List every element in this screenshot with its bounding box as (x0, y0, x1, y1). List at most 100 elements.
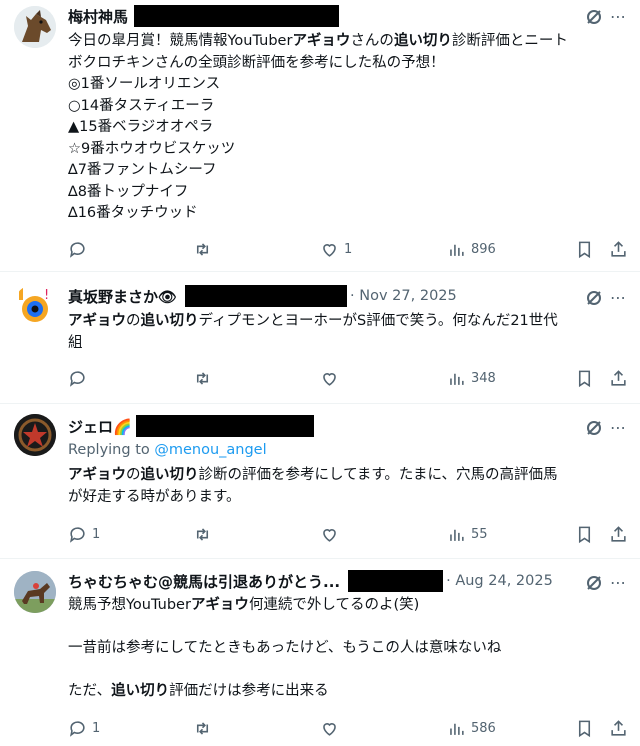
text-segment: 何連続で外してるのよ(笑) (248, 597, 420, 613)
like-button[interactable] (320, 523, 344, 545)
more-options-icon[interactable]: ⋯ (608, 418, 626, 438)
tweet[interactable]: 梅村神馬 ⋯ 今日の皐月賞！競馬情報YouTuberアギョウさんの追い切り診断評… (0, 0, 640, 272)
avatar[interactable] (14, 6, 56, 48)
bookmark-button[interactable] (575, 523, 594, 545)
tweet-actions: 348 (68, 367, 628, 389)
share-button[interactable] (609, 367, 628, 389)
tweet-actions: 1 896 (68, 238, 628, 260)
like-count: 1 (344, 241, 353, 257)
reply-button[interactable] (68, 367, 92, 389)
heart-icon (323, 372, 336, 386)
share-button[interactable] (609, 523, 628, 545)
reply-count: 1 (92, 720, 101, 736)
grok-icon[interactable] (584, 573, 604, 593)
racehorse-photo-icon (14, 571, 56, 613)
tweet-text-line: ∆7番ファントムシーフ (68, 160, 628, 182)
like-button[interactable] (320, 367, 344, 389)
tweet-text-line (68, 617, 628, 639)
avatar[interactable] (14, 571, 56, 613)
display-name[interactable]: 真坂野まさか👁 (68, 286, 177, 307)
grok-icon[interactable] (584, 7, 604, 27)
text-segment: ∆7番ファントムシーフ (68, 162, 217, 178)
tweet-text: アギョウの追い切りディプモンとヨーホーがS評価で笑う。何なんだ21世代組 (68, 311, 628, 354)
star-emblem-icon (14, 414, 56, 456)
avatar[interactable]: ! (14, 284, 56, 326)
retweet-button[interactable] (193, 523, 217, 545)
text-segment: 診断の評価を参考にしてます。たまに、穴馬の高評価馬 (198, 467, 558, 483)
tweet-date[interactable]: · Nov 27, 2025 (350, 288, 457, 304)
view-count: 586 (471, 720, 496, 736)
replying-to-handle[interactable]: @menou_angel (154, 442, 266, 458)
more-options-icon[interactable]: ⋯ (608, 7, 626, 27)
display-name[interactable]: 梅村神馬 (68, 6, 128, 27)
share-icon (611, 369, 626, 386)
display-name[interactable]: ちゃむちゃむ@競馬は引退ありがとう... (68, 571, 340, 592)
reply-button[interactable]: 1 (68, 717, 100, 739)
tweet[interactable]: ちゃむちゃむ@競馬は引退ありがとう... · Aug 24, 2025 ⋯ 競馬… (0, 559, 640, 746)
heart-icon (323, 528, 336, 542)
heart-icon (323, 243, 336, 257)
tweet[interactable]: ジェロ🌈 ⋯ Replying to @menou_angel アギョウの追い切… (0, 404, 640, 559)
more-options-icon[interactable]: ⋯ (608, 573, 626, 593)
redacted-handle (135, 415, 314, 437)
bookmark-button[interactable] (575, 717, 594, 739)
text-segment: 一昔前は参考にしてたときもあったけど、もうこの人は意味ないね (68, 640, 502, 656)
horse-head-icon (14, 6, 56, 48)
tweet-text-line: 競馬予想YouTuberアギョウ何連続で外してるのよ(笑) (68, 595, 628, 617)
views-button[interactable]: 586 (447, 717, 496, 739)
views-button[interactable]: 896 (447, 238, 496, 260)
reply-icon (69, 720, 85, 737)
reply-button[interactable]: 1 (68, 523, 100, 545)
share-icon (611, 525, 626, 542)
tweet-text-line: ☆9番ホウオウビスケッツ (68, 139, 628, 161)
view-count: 348 (471, 370, 496, 386)
tweet-text-line: ボクロチキンさんの全頭診断評価を参考にした私の予想！ (68, 53, 628, 75)
tweet-text-line: アギョウの追い切りディプモンとヨーホーがS評価で笑う。何なんだ21世代 (68, 311, 628, 333)
like-button[interactable] (320, 717, 344, 739)
eye-character-icon: ! (14, 284, 56, 326)
text-segment: 評価だけは参考に出来る (169, 683, 329, 699)
tweet-text-line: ただ、追い切り評価だけは参考に出来る (68, 681, 628, 703)
highlighted-term: 追い切り (111, 683, 170, 699)
tweet-text: 競馬予想YouTuberアギョウ何連続で外してるのよ(笑) 一昔前は参考にしてたと… (68, 595, 628, 703)
retweet-button[interactable] (193, 367, 217, 389)
bookmark-icon (578, 526, 591, 543)
share-icon (611, 240, 626, 257)
bookmark-button[interactable] (575, 367, 594, 389)
reply-count: 1 (92, 526, 101, 542)
views-button[interactable]: 55 (447, 523, 488, 545)
text-segment: の (126, 313, 141, 329)
text-segment: 診断評価とニート (451, 33, 568, 49)
retweet-icon (196, 527, 209, 541)
reply-icon (69, 370, 85, 387)
text-segment: ∆8番トップナイフ (68, 183, 189, 200)
text-segment: さんの (350, 33, 394, 49)
reply-button[interactable] (68, 238, 92, 260)
views-icon (450, 373, 464, 385)
text-segment: ○14番タスティエーラ (68, 97, 215, 114)
grok-icon[interactable] (584, 288, 604, 308)
grok-icon[interactable] (584, 418, 604, 438)
views-icon (450, 723, 464, 735)
retweet-button[interactable] (193, 717, 217, 739)
text-segment: が好走する時があります。 (68, 488, 241, 505)
tweet-date[interactable]: · Aug 24, 2025 (446, 573, 553, 589)
tweet[interactable]: ! 真坂野まさか👁 · Nov 27, 2025 ⋯ アギョウの追い切りディプモ… (0, 272, 640, 404)
views-button[interactable]: 348 (447, 367, 496, 389)
share-button[interactable] (609, 717, 628, 739)
bookmark-icon (578, 241, 591, 258)
avatar[interactable] (14, 414, 56, 456)
replying-to: Replying to @menou_angel (68, 442, 267, 458)
bookmark-button[interactable] (575, 238, 594, 260)
retweet-icon (196, 242, 209, 256)
retweet-icon (196, 371, 209, 385)
like-button[interactable]: 1 (320, 238, 352, 260)
display-name[interactable]: ジェロ🌈 (68, 416, 132, 437)
more-options-icon[interactable]: ⋯ (608, 288, 626, 308)
tweet-text-line: ▲15番ベラジオオペラ (68, 117, 628, 139)
highlighted-term: アギョウ (292, 33, 351, 49)
share-button[interactable] (609, 238, 628, 260)
tweet-text-line: 組 (68, 333, 628, 355)
svg-text:!: ! (44, 288, 49, 303)
retweet-button[interactable] (193, 238, 217, 260)
